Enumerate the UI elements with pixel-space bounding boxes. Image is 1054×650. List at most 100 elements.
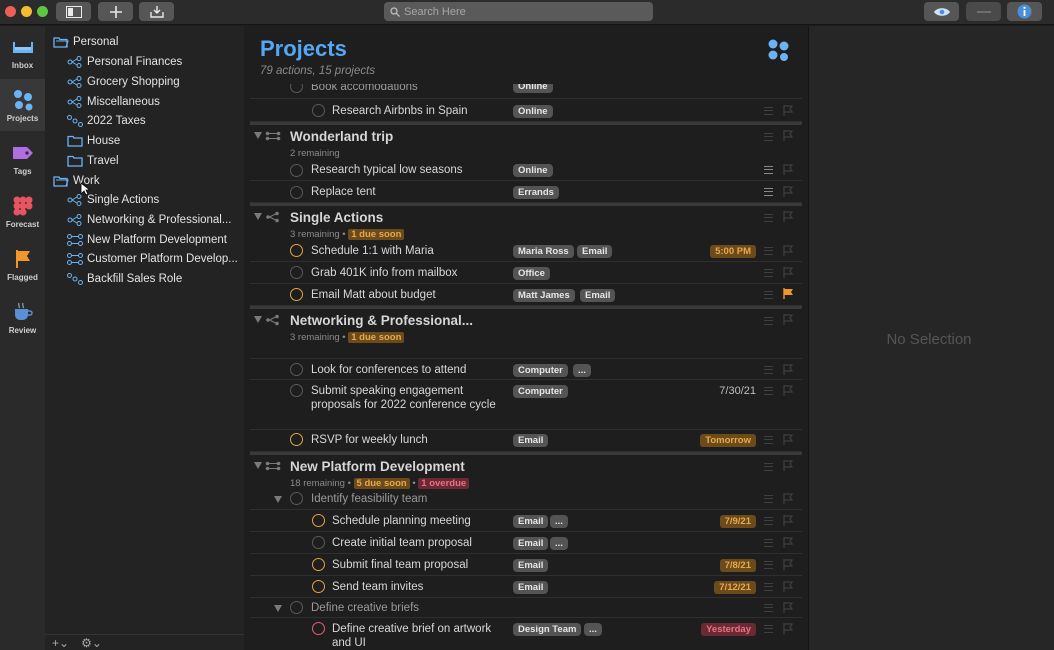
sidebar-folder-house[interactable]: House — [67, 131, 120, 150]
task-checkbox[interactable] — [290, 433, 303, 446]
flag-outline-icon[interactable] — [783, 602, 793, 613]
note-icon[interactable] — [764, 539, 773, 547]
note-icon[interactable] — [764, 214, 773, 222]
sidebar-project-grocery-shopping[interactable]: Grocery Shopping — [67, 72, 180, 91]
note-icon[interactable] — [764, 463, 773, 471]
task-row[interactable]: Look for conferences to attend Computer … — [250, 358, 802, 380]
tag-pill[interactable]: Design Team — [513, 623, 582, 636]
search-field[interactable] — [384, 2, 653, 21]
sidebar-folder-work[interactable]: Work — [53, 171, 100, 190]
due-date-badge[interactable]: Tomorrow — [700, 434, 756, 447]
minimize-window-button[interactable] — [21, 6, 32, 17]
task-checkbox[interactable] — [290, 492, 303, 505]
tag-pill[interactable]: Email — [513, 537, 549, 550]
tag-pill[interactable]: Email — [580, 289, 616, 302]
task-checkbox[interactable] — [290, 363, 303, 376]
task-checkbox[interactable] — [312, 558, 325, 571]
task-row[interactable]: Research Airbnbs in Spain Online — [250, 100, 802, 122]
flag-outline-icon[interactable] — [783, 314, 793, 325]
tag-pill[interactable]: Computer — [513, 364, 568, 377]
flag-outline-icon[interactable] — [783, 515, 793, 526]
new-item-button[interactable] — [98, 2, 133, 21]
note-icon[interactable] — [764, 517, 773, 525]
rail-forecast[interactable]: Forecast — [0, 185, 45, 237]
flag-outline-icon[interactable] — [783, 267, 793, 278]
note-icon[interactable] — [764, 625, 773, 633]
rail-inbox[interactable]: Inbox — [0, 26, 45, 78]
flag-outline-icon[interactable] — [783, 245, 793, 256]
search-input[interactable] — [404, 5, 644, 18]
tag-pill[interactable]: Email — [513, 559, 549, 572]
task-row[interactable]: Schedule planning meeting Email ... 7/9/… — [250, 510, 802, 532]
more-tags-pill[interactable]: ... — [573, 364, 591, 377]
tag-pill[interactable]: Computer — [513, 385, 568, 398]
due-date-badge[interactable]: 7/12/21 — [714, 581, 756, 594]
task-row[interactable]: Email Matt about budget Matt James Email — [250, 284, 802, 306]
sidebar-project-miscellaneous[interactable]: Miscellaneous — [67, 92, 160, 111]
tag-pill[interactable]: Maria Ross — [513, 245, 574, 258]
note-icon[interactable] — [764, 387, 773, 395]
action-group-row[interactable]: Identify feasibility team — [250, 488, 802, 510]
disclosure-triangle-icon[interactable] — [274, 605, 282, 612]
due-date-badge[interactable]: 5:00 PM — [710, 245, 756, 258]
task-checkbox[interactable] — [312, 622, 325, 635]
project-header-new-platform[interactable]: New Platform Development 18 remaining • … — [250, 452, 802, 489]
task-checkbox[interactable] — [312, 104, 325, 117]
disclosure-triangle-icon[interactable] — [254, 462, 262, 469]
flag-outline-icon[interactable] — [783, 186, 793, 197]
note-icon[interactable] — [764, 436, 773, 444]
flag-outline-icon[interactable] — [783, 537, 793, 548]
inspector-toggle-button[interactable] — [1007, 2, 1042, 21]
note-icon[interactable] — [764, 317, 773, 325]
note-icon[interactable] — [764, 495, 773, 503]
more-tags-pill[interactable]: ... — [550, 515, 568, 528]
tag-pill[interactable]: Email — [513, 434, 549, 447]
flag-outline-icon[interactable] — [783, 559, 793, 570]
task-checkbox[interactable] — [290, 266, 303, 279]
action-group-row[interactable]: Define creative briefs — [250, 598, 802, 618]
task-row[interactable]: Send team invites Email 7/12/21 — [250, 576, 802, 598]
flag-outline-icon[interactable] — [783, 211, 793, 222]
rail-review[interactable]: Review — [0, 291, 45, 343]
flag-outline-icon[interactable] — [783, 164, 793, 175]
note-icon[interactable] — [764, 291, 773, 299]
flag-filled-icon[interactable] — [783, 288, 793, 299]
sidebar-project-customer-platform[interactable]: Customer Platform Develop... — [67, 249, 238, 268]
project-header-networking[interactable]: Networking & Professional... 3 remaining… — [250, 306, 802, 343]
focus-button[interactable] — [966, 2, 1001, 21]
task-row[interactable]: Research typical low seasons Online — [250, 159, 802, 181]
project-header-single-actions[interactable]: Single Actions 3 remaining • 1 due soon — [250, 203, 802, 240]
sidebar-toggle-button[interactable] — [56, 2, 91, 21]
task-checkbox[interactable] — [290, 244, 303, 257]
sidebar-folder-travel[interactable]: Travel — [67, 151, 119, 170]
close-window-button[interactable] — [5, 6, 16, 17]
note-icon[interactable] — [764, 188, 773, 196]
task-row[interactable]: Book accomodations Online — [250, 84, 802, 99]
task-row[interactable]: Define creative brief on artwork and UI … — [250, 618, 802, 650]
task-row[interactable]: Create initial team proposal Email ... — [250, 532, 802, 554]
task-checkbox[interactable] — [290, 601, 303, 614]
task-checkbox[interactable] — [290, 288, 303, 301]
tag-pill[interactable]: Office — [513, 267, 550, 280]
flag-outline-icon[interactable] — [783, 493, 793, 504]
disclosure-triangle-icon[interactable] — [254, 316, 262, 323]
rail-flagged[interactable]: Flagged — [0, 238, 45, 290]
quick-entry-button[interactable] — [139, 2, 174, 21]
task-checkbox[interactable] — [290, 164, 303, 177]
flag-outline-icon[interactable] — [783, 385, 793, 396]
task-row[interactable]: Submit final team proposal Email 7/8/21 — [250, 554, 802, 576]
tag-pill[interactable]: Online — [513, 84, 553, 93]
more-tags-pill[interactable]: ... — [584, 623, 602, 636]
flag-outline-icon[interactable] — [783, 434, 793, 445]
sidebar-settings-button[interactable]: ⚙⌄ — [81, 636, 102, 650]
disclosure-triangle-icon[interactable] — [254, 132, 262, 139]
tag-pill[interactable]: Email — [577, 245, 613, 258]
task-row[interactable]: Grab 401K info from mailbox Office — [250, 262, 802, 284]
flag-outline-icon[interactable] — [783, 623, 793, 634]
task-checkbox[interactable] — [312, 580, 325, 593]
flag-outline-icon[interactable] — [783, 460, 793, 471]
flag-outline-icon[interactable] — [783, 130, 793, 141]
tag-pill[interactable]: Errands — [513, 186, 559, 199]
sidebar-project-new-platform[interactable]: New Platform Development — [67, 230, 227, 249]
flag-outline-icon[interactable] — [783, 581, 793, 592]
